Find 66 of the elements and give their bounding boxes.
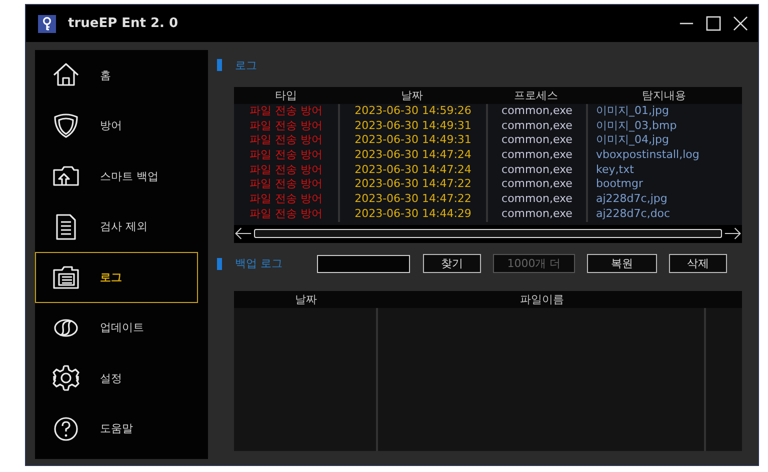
table-cell-text: 파일 전송 방어	[248, 148, 324, 163]
search-field[interactable]	[317, 254, 410, 272]
maximize-icon[interactable]	[706, 16, 721, 31]
table-cell: 2023-06-30 14:47:22	[338, 192, 486, 207]
table-cell: common,exe	[486, 148, 586, 163]
table-cell: aj228d7c,doc	[586, 206, 742, 222]
table-cell: aj228d7c,jpg	[586, 192, 742, 207]
sidebar-item[interactable]: 스마트 백업	[35, 151, 198, 202]
arrow-right-icon[interactable]	[724, 227, 742, 240]
arrow-left-icon[interactable]	[234, 227, 252, 240]
table-cell: common,exe	[486, 104, 586, 119]
sidebar-item[interactable]: 방어	[35, 100, 198, 151]
table-cell: 2023-06-30 14:49:31	[338, 133, 486, 148]
column-header[interactable]: 탐지내용	[586, 87, 742, 104]
table-cell: 2023-06-30 14:44:29	[338, 206, 486, 222]
sidebar-item[interactable]: 검사 제외	[35, 202, 198, 252]
table-cell-text: 파일 전송 방어	[248, 192, 324, 207]
scrollbar[interactable]	[234, 224, 742, 242]
table-cell: 2023-06-30 14:59:26	[338, 104, 486, 119]
action-button[interactable]: 삭제	[669, 254, 727, 273]
table-cell: common,exe	[486, 206, 586, 222]
table-cell: 2023-06-30 14:47:24	[338, 162, 486, 178]
column-header[interactable]: 타입	[234, 87, 338, 104]
key-icon	[38, 14, 56, 32]
table-cell: 2023-06-30 14:49:31	[338, 118, 486, 134]
section-marker	[217, 258, 222, 270]
window-title: trueEP Ent 2. 0	[68, 16, 180, 31]
table-cell: common,exe	[486, 133, 586, 148]
table-cell: common,exe	[486, 162, 586, 178]
sidebar-item[interactable]: 설정	[35, 353, 198, 404]
column-header[interactable]: 날짜	[234, 290, 378, 308]
folder-list-icon	[52, 263, 80, 292]
action-button[interactable]: 찾기	[423, 254, 481, 273]
section-title: 로그	[235, 58, 257, 72]
table-cell-text: 파일 전송 방어	[248, 206, 324, 222]
column-header[interactable]: 프로세스	[486, 87, 586, 104]
table-cell: 이미지_01,jpg	[586, 104, 742, 119]
shield-icon	[52, 112, 80, 140]
close-icon[interactable]	[733, 16, 748, 31]
column-header[interactable]: 파일이름	[378, 290, 706, 308]
gear-icon	[52, 364, 80, 392]
table-cell: 2023-06-30 14:47:24	[338, 148, 486, 163]
table-cell: common,exe	[486, 118, 586, 134]
table-cell: common,exe	[486, 177, 586, 192]
section-title: 백업 로그	[235, 256, 282, 271]
column-header[interactable]: 날짜	[338, 87, 486, 104]
action-button[interactable]: 복원	[587, 254, 657, 273]
table-cell: 이미지_04,jpg	[586, 133, 742, 148]
sidebar-item[interactable]: 로그	[35, 252, 198, 302]
table-cell-text: 파일 전송 방어	[248, 133, 324, 148]
sidebar-item[interactable]: 도움말	[35, 404, 198, 454]
table-cell: common,exe	[486, 192, 586, 207]
help-icon	[52, 414, 80, 443]
table-cell: 2023-06-30 14:47:22	[338, 177, 486, 192]
table-cell-text: 파일 전송 방어	[248, 118, 324, 134]
table-cell: bootmgr	[586, 177, 742, 192]
section-marker	[217, 59, 222, 71]
table-cell-text: 파일 전송 방어	[248, 104, 324, 119]
table-cell-text: 파일 전송 방어	[248, 177, 324, 192]
scrollbar-thumb[interactable]	[254, 229, 722, 238]
table-cell: vboxpostinstall,log	[586, 148, 742, 163]
table-cell: key,txt	[586, 162, 742, 178]
sidebar-item[interactable]: 홈	[35, 50, 198, 100]
sidebar-item[interactable]: 업데이트	[35, 302, 198, 353]
table-cell-text: 파일 전송 방어	[248, 162, 324, 178]
table-cell: 이미지_03,bmp	[586, 118, 742, 134]
